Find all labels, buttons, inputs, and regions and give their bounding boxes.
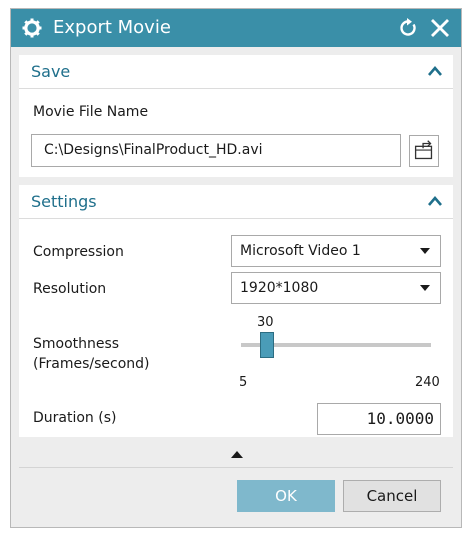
dropdown-arrow-icon [420, 285, 430, 291]
reset-icon[interactable] [398, 18, 418, 38]
browse-folder-icon [414, 140, 433, 160]
footer-divider [19, 467, 453, 468]
compression-select[interactable]: Microsoft Video 1 [231, 235, 441, 267]
smoothness-current-value: 30 [257, 315, 274, 330]
smoothness-min-label: 5 [239, 375, 248, 390]
compression-value: Microsoft Video 1 [240, 243, 361, 259]
duration-input[interactable]: 10.0000 [317, 403, 441, 435]
smoothness-label: Smoothness [33, 336, 120, 352]
save-section-title: Save [31, 62, 71, 81]
movie-file-name-input[interactable]: C:\Designs\FinalProduct_HD.avi [31, 134, 401, 167]
settings-section-header[interactable]: Settings [19, 185, 453, 219]
save-section: Save Movie File Name C:\Designs\FinalPro… [19, 55, 453, 177]
title-bar: Export Movie [11, 9, 461, 47]
gear-icon [22, 18, 42, 38]
browse-file-button[interactable] [409, 135, 439, 167]
smoothness-max-label: 240 [415, 375, 440, 390]
close-icon[interactable] [429, 17, 451, 39]
resolution-select[interactable]: 1920*1080 [231, 272, 441, 304]
expand-more-icon[interactable] [231, 451, 243, 458]
ok-button[interactable]: OK [237, 480, 335, 512]
compression-label: Compression [33, 244, 124, 260]
resolution-label: Resolution [33, 281, 107, 297]
resolution-value: 1920*1080 [240, 280, 319, 296]
export-movie-dialog: Export Movie Save Movie File Name C:\Des… [10, 8, 462, 528]
smoothness-slider-thumb[interactable] [260, 332, 274, 358]
save-section-header[interactable]: Save [19, 55, 453, 89]
collapse-chevron-icon[interactable] [427, 194, 443, 208]
smoothness-unit-label: (Frames/second) [33, 356, 150, 372]
settings-section: Settings Compression Microsoft Video 1 R… [19, 185, 453, 437]
movie-file-name-label: Movie File Name [33, 104, 149, 120]
dialog-title: Export Movie [53, 17, 171, 38]
duration-label: Duration (s) [33, 410, 117, 426]
dropdown-arrow-icon [420, 248, 430, 254]
collapse-chevron-icon[interactable] [427, 64, 443, 78]
settings-section-title: Settings [31, 192, 97, 211]
cancel-button[interactable]: Cancel [343, 480, 441, 512]
